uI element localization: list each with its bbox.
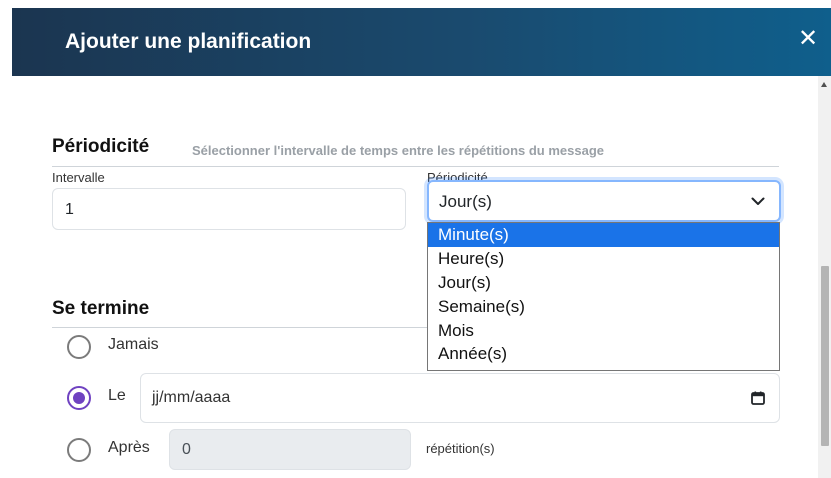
periodicity-hint: Sélectionner l'intervalle de temps entre…	[192, 143, 605, 158]
interval-input[interactable]: 1	[52, 188, 406, 230]
page-background	[0, 0, 12, 478]
modal-title: Ajouter une planification	[65, 30, 312, 53]
dropdown-option-minutes[interactable]: Minute(s)	[428, 223, 779, 247]
calendar-icon[interactable]	[751, 391, 765, 405]
radio-never-label: Jamais	[108, 336, 159, 353]
interval-label: Intervalle	[52, 170, 105, 185]
dropdown-option-hours[interactable]: Heure(s)	[428, 247, 779, 271]
radio-on-date[interactable]	[67, 386, 91, 410]
periodicity-select[interactable]: Jour(s)	[427, 180, 781, 222]
radio-after-label: Après	[108, 439, 150, 456]
ends-section-title: Se termine	[52, 298, 150, 319]
dropdown-option-weeks[interactable]: Semaine(s)	[428, 295, 779, 319]
repetitions-input[interactable]: 0	[169, 429, 411, 470]
scrollbar-thumb[interactable]	[821, 266, 829, 446]
radio-on-date-label: Le	[108, 387, 126, 404]
modal-header: Ajouter une planification ✕	[12, 8, 831, 76]
close-icon[interactable]: ✕	[796, 27, 820, 51]
periodicity-select-value: Jour(s)	[439, 192, 492, 211]
scroll-up-arrow-icon[interactable]	[821, 82, 827, 87]
dropdown-option-years[interactable]: Année(s)	[428, 342, 779, 366]
periodicity-divider	[52, 166, 779, 167]
periodicity-section-title: Périodicité	[52, 136, 150, 157]
date-placeholder: jj/mm/aaaa	[152, 389, 231, 406]
repetitions-suffix: répétition(s)	[426, 441, 495, 456]
end-date-input[interactable]: jj/mm/aaaa	[140, 373, 780, 423]
periodicity-dropdown: Minute(s) Heure(s) Jour(s) Semaine(s) Mo…	[427, 222, 780, 371]
scrollbar[interactable]	[818, 76, 831, 478]
chevron-down-icon	[751, 197, 765, 205]
radio-never[interactable]	[67, 335, 91, 359]
dropdown-option-months[interactable]: Mois	[428, 319, 779, 343]
dropdown-option-days[interactable]: Jour(s)	[428, 271, 779, 295]
radio-after[interactable]	[67, 438, 91, 462]
schedule-modal: Ajouter une planification ✕ Périodicité …	[12, 8, 831, 478]
